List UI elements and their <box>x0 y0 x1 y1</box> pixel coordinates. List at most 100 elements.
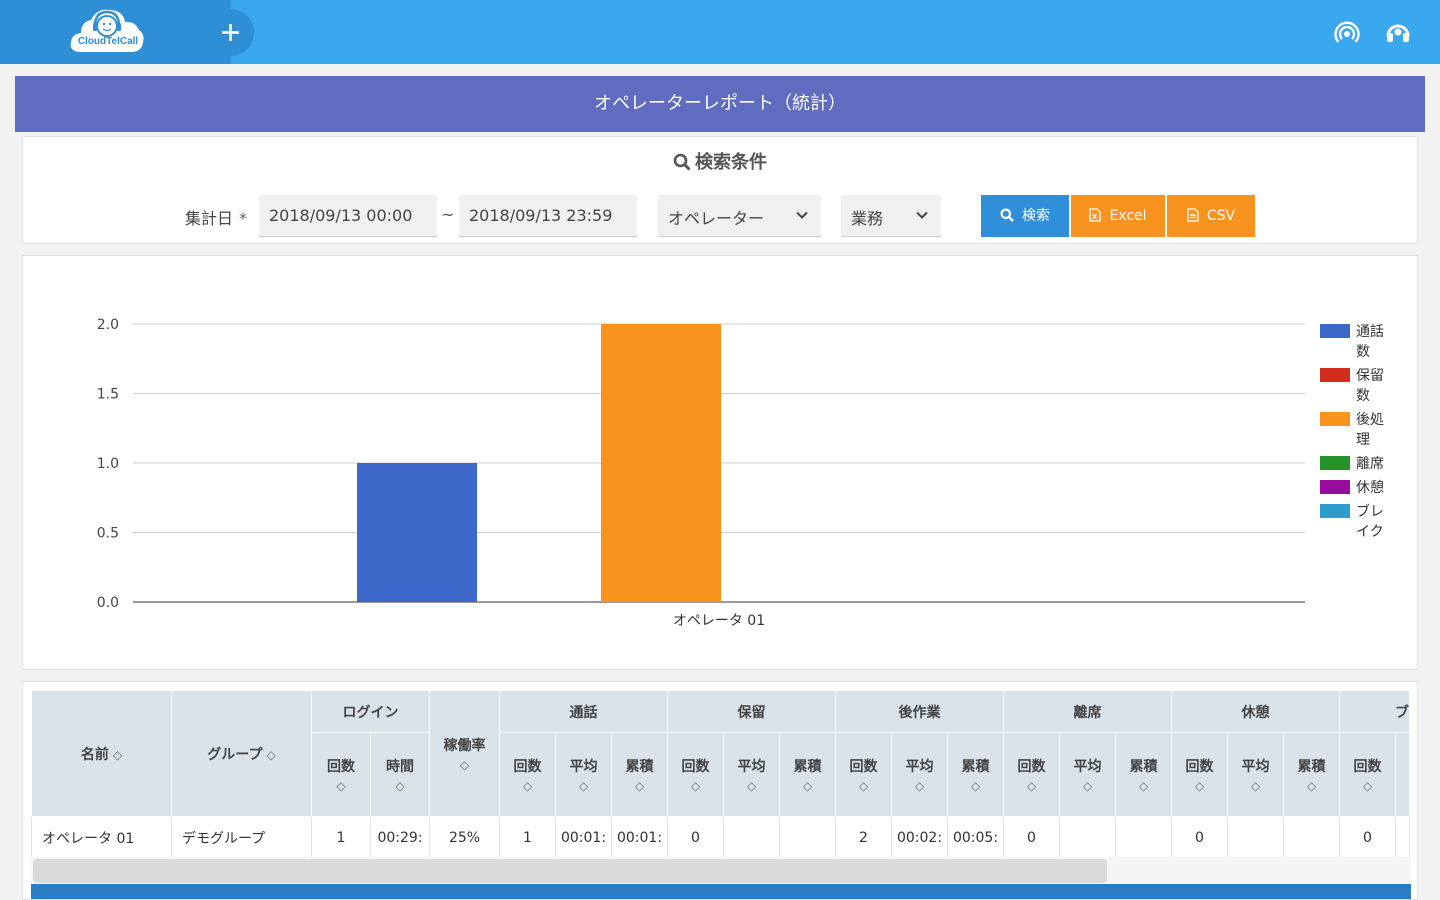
sort-icon: ◇ <box>802 779 813 793</box>
excel-file-icon <box>1089 208 1102 222</box>
date-label-text: 集計日 <box>185 209 234 228</box>
legend-swatch <box>1320 480 1350 494</box>
col-hold-avg[interactable]: 平均 ◇ <box>723 732 780 817</box>
sort-icon: ◇ <box>1026 779 1037 793</box>
cell-login-time: 00:29: <box>370 816 430 859</box>
group-login-header: ログイン <box>311 690 430 733</box>
search-icon <box>1000 208 1014 222</box>
page-title: オペレーターレポート（統計） <box>15 76 1425 132</box>
col-name-header[interactable]: 名前 ◇ <box>31 690 172 817</box>
broadcast-icon <box>1334 21 1360 43</box>
excel-button[interactable]: Excel <box>1071 195 1165 237</box>
date-to-input[interactable] <box>459 195 637 237</box>
broadcast-button[interactable] <box>1333 19 1361 47</box>
sort-icon: ◇ <box>1082 779 1093 793</box>
legend-item[interactable]: ブレ イク <box>1320 502 1400 542</box>
cell-login-count: 1 <box>311 816 371 859</box>
add-button[interactable] <box>207 9 254 56</box>
sort-icon: ◇ <box>1306 779 1317 793</box>
col-group-header[interactable]: グループ ◇ <box>171 690 312 817</box>
sort-icon: ◇ <box>395 779 405 793</box>
legend-item[interactable]: 休憩 <box>1320 478 1400 498</box>
col-call-count[interactable]: 回数 ◇ <box>499 732 556 817</box>
cell-rest-avg <box>1227 816 1284 859</box>
col-util-header[interactable]: 稼働率 ◇ <box>429 690 500 817</box>
cell-call-avg: 00:01: <box>555 816 612 859</box>
cell-group: デモグループ <box>171 816 312 859</box>
col-after-count[interactable]: 回数 ◇ <box>835 732 892 817</box>
search-button[interactable]: 検索 <box>981 195 1069 237</box>
search-heading-text: 検索条件 <box>695 152 767 173</box>
headset-icon <box>1386 24 1410 42</box>
sort-icon: ◇ <box>1250 779 1261 793</box>
col-hold-total[interactable]: 累積 ◇ <box>779 732 836 817</box>
sort-icon: ◇ <box>336 779 346 793</box>
legend-item[interactable]: 保留数 <box>1320 366 1400 406</box>
group-after-header: 後作業 <box>835 690 1004 733</box>
legend-label-cont: 数 <box>1356 344 1370 360</box>
bar-chart: 0.0 0.5 1.0 1.5 2.0 オペレータ 01 <box>97 317 1305 629</box>
operator-stats-table: 名前 ◇ グループ ◇ ログイン 稼働率 ◇ 通話 保留 後作業 離席 休憩 ブ 回数… <box>31 690 1410 859</box>
legend-label: 離席 <box>1356 456 1384 472</box>
plus-icon <box>222 24 239 41</box>
task-select[interactable]: 業務 <box>841 195 941 237</box>
col-away-count[interactable]: 回数 ◇ <box>1003 732 1060 817</box>
cell-util: 25% <box>429 816 500 859</box>
col-login-time[interactable]: 時間 ◇ <box>370 732 430 817</box>
cell-after-count: 2 <box>835 816 892 859</box>
logo-cloud-icon[interactable] <box>69 6 145 56</box>
required-mark: * <box>239 209 248 228</box>
col-after-total[interactable]: 累積 ◇ <box>947 732 1004 817</box>
legend-item[interactable]: 通話数 <box>1320 322 1400 362</box>
csv-button[interactable]: CSV <box>1167 195 1255 237</box>
search-panel: 検索条件 集計日 * ~ オペレーター 業務 検索 Excel CSV <box>22 136 1418 244</box>
search-icon <box>673 153 691 171</box>
date-from-input[interactable] <box>259 195 437 237</box>
col-rest-avg[interactable]: 平均 ◇ <box>1227 732 1284 817</box>
search-heading: 検索条件 <box>23 148 1417 174</box>
sort-icon: ◇ <box>1362 779 1373 793</box>
col-login-count[interactable]: 回数 ◇ <box>311 732 371 817</box>
logo-text: CloudTelCall <box>77 36 139 47</box>
col-rest-total[interactable]: 累積 ◇ <box>1283 732 1340 817</box>
logo-area: CloudTelCall <box>0 0 231 64</box>
cell-name: オペレータ 01 <box>31 816 172 859</box>
col-away-avg[interactable]: 平均 ◇ <box>1059 732 1116 817</box>
legend-label: ブレ <box>1356 504 1384 520</box>
legend-swatch <box>1320 456 1350 470</box>
table-row[interactable]: オペレータ 01 デモグループ 1 00:29: 25% 1 00:01: 00… <box>31 816 1410 859</box>
legend-label: 後処 <box>1356 412 1384 428</box>
col-hold-count[interactable]: 回数 ◇ <box>667 732 724 817</box>
cell-hold-avg <box>723 816 780 859</box>
cell-after-avg: 00:02: <box>891 816 948 859</box>
headset-button[interactable] <box>1384 19 1412 47</box>
sort-icon: ◇ <box>746 779 757 793</box>
sort-icon: ◇ <box>1138 779 1149 793</box>
col-after-avg[interactable]: 平均 ◇ <box>891 732 948 817</box>
legend-label-cont: イク <box>1356 524 1384 540</box>
legend-label: 通話 <box>1356 324 1384 340</box>
scrollbar-thumb[interactable] <box>33 859 1107 883</box>
legend-label-cont: 理 <box>1356 432 1370 448</box>
col-call-total[interactable]: 累積 ◇ <box>611 732 668 817</box>
csv-button-label: CSV <box>1206 208 1236 224</box>
cell-away-avg <box>1059 816 1116 859</box>
col-rest-count[interactable]: 回数 ◇ <box>1171 732 1228 817</box>
cell-away-total <box>1115 816 1172 859</box>
chevron-down-icon <box>796 211 808 219</box>
col-call-avg[interactable]: 平均 ◇ <box>555 732 612 817</box>
cell-away-count: 0 <box>1003 816 1060 859</box>
sort-icon: ◇ <box>858 779 869 793</box>
cell-call-count: 1 <box>499 816 556 859</box>
y-tick-label: 2.0 <box>97 317 119 333</box>
operator-select[interactable]: オペレーター <box>658 195 821 237</box>
legend-label-cont: 数 <box>1356 388 1370 404</box>
cell-hold-count: 0 <box>667 816 724 859</box>
sort-icon: ◇ <box>914 779 925 793</box>
legend-item[interactable]: 離席 <box>1320 454 1400 474</box>
col-away-total[interactable]: 累積 ◇ <box>1115 732 1172 817</box>
col-break-count[interactable]: 回数 ◇ <box>1339 732 1396 817</box>
y-tick-label: 0.0 <box>97 595 119 611</box>
horizontal-scrollbar[interactable] <box>31 857 1411 885</box>
legend-item[interactable]: 後処理 <box>1320 410 1400 450</box>
